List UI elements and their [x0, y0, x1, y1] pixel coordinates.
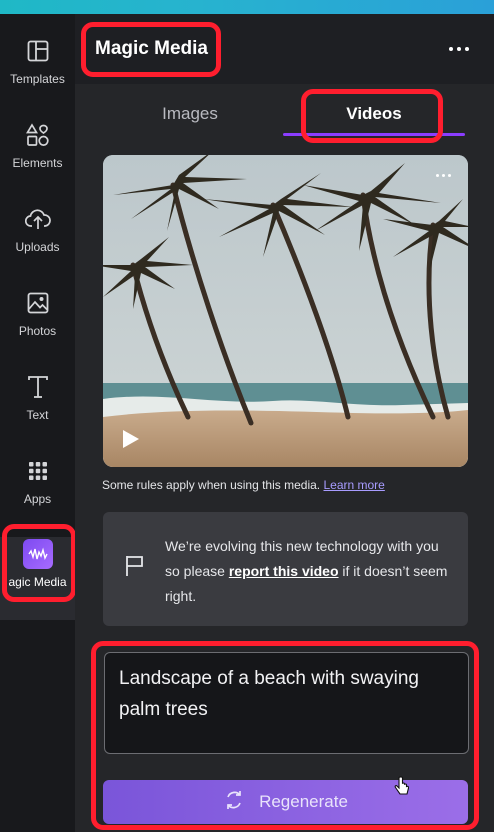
sidebar-item-label: agic Media: [8, 575, 67, 589]
sidebar-item-label: Photos: [18, 324, 57, 338]
sidebar-item-magic-media[interactable]: agic Media: [0, 539, 75, 617]
uploads-icon: [24, 206, 51, 232]
tab-images[interactable]: Images: [99, 92, 281, 136]
panel-title: Magic Media: [95, 38, 208, 59]
regenerate-button[interactable]: Regenerate: [103, 780, 468, 824]
sidebar-item-label: Apps: [23, 492, 52, 506]
generated-video-thumbnail[interactable]: [103, 155, 468, 467]
sidebar-item-label: Templates: [10, 72, 65, 86]
templates-icon: [25, 38, 51, 64]
sidebar-item-uploads[interactable]: Uploads: [0, 202, 75, 280]
refresh-icon: [223, 789, 245, 816]
tab-bar: Images Videos: [75, 92, 494, 140]
elements-icon: [25, 122, 51, 148]
magic-media-panel: Magic Media Images Videos Some rules app…: [75, 14, 494, 832]
sidebar-item-templates[interactable]: Templates: [0, 34, 75, 112]
sidebar-item-label: Uploads: [15, 240, 60, 254]
active-tab-indicator: [283, 133, 465, 136]
mouse-cursor-icon: [393, 776, 411, 803]
prompt-input[interactable]: Landscape of a beach with swaying palm t…: [104, 652, 469, 754]
sidebar-item-photos[interactable]: Photos: [0, 286, 75, 364]
sidebar: Templates Elements Uploads Photos Text A…: [0, 14, 75, 832]
sidebar-item-text[interactable]: Text: [0, 370, 75, 448]
text-icon: [25, 374, 51, 400]
magic-media-icon: [22, 539, 53, 569]
learn-more-link[interactable]: Learn more: [323, 478, 384, 492]
media-more-icon[interactable]: [430, 165, 456, 185]
more-options-icon[interactable]: [444, 38, 474, 60]
sidebar-item-label: Text: [26, 408, 49, 422]
play-icon[interactable]: [119, 428, 141, 450]
notice-text: We’re evolving this new technology with …: [165, 538, 448, 604]
regenerate-label: Regenerate: [259, 792, 348, 811]
sidebar-item-elements[interactable]: Elements: [0, 118, 75, 196]
usage-rules-note: Some rules apply when using this media. …: [102, 478, 385, 492]
feedback-notice: We’re evolving this new technology with …: [103, 512, 468, 626]
sidebar-item-label: Elements: [12, 156, 63, 170]
top-gradient-bar: [0, 0, 494, 14]
panel-header: Magic Media: [75, 14, 494, 84]
sidebar-item-apps[interactable]: Apps: [0, 454, 75, 532]
report-video-link[interactable]: report this video: [229, 563, 339, 579]
flag-icon: [125, 555, 145, 582]
tab-videos[interactable]: Videos: [283, 92, 465, 136]
apps-icon: [25, 458, 51, 484]
photos-icon: [25, 290, 51, 316]
